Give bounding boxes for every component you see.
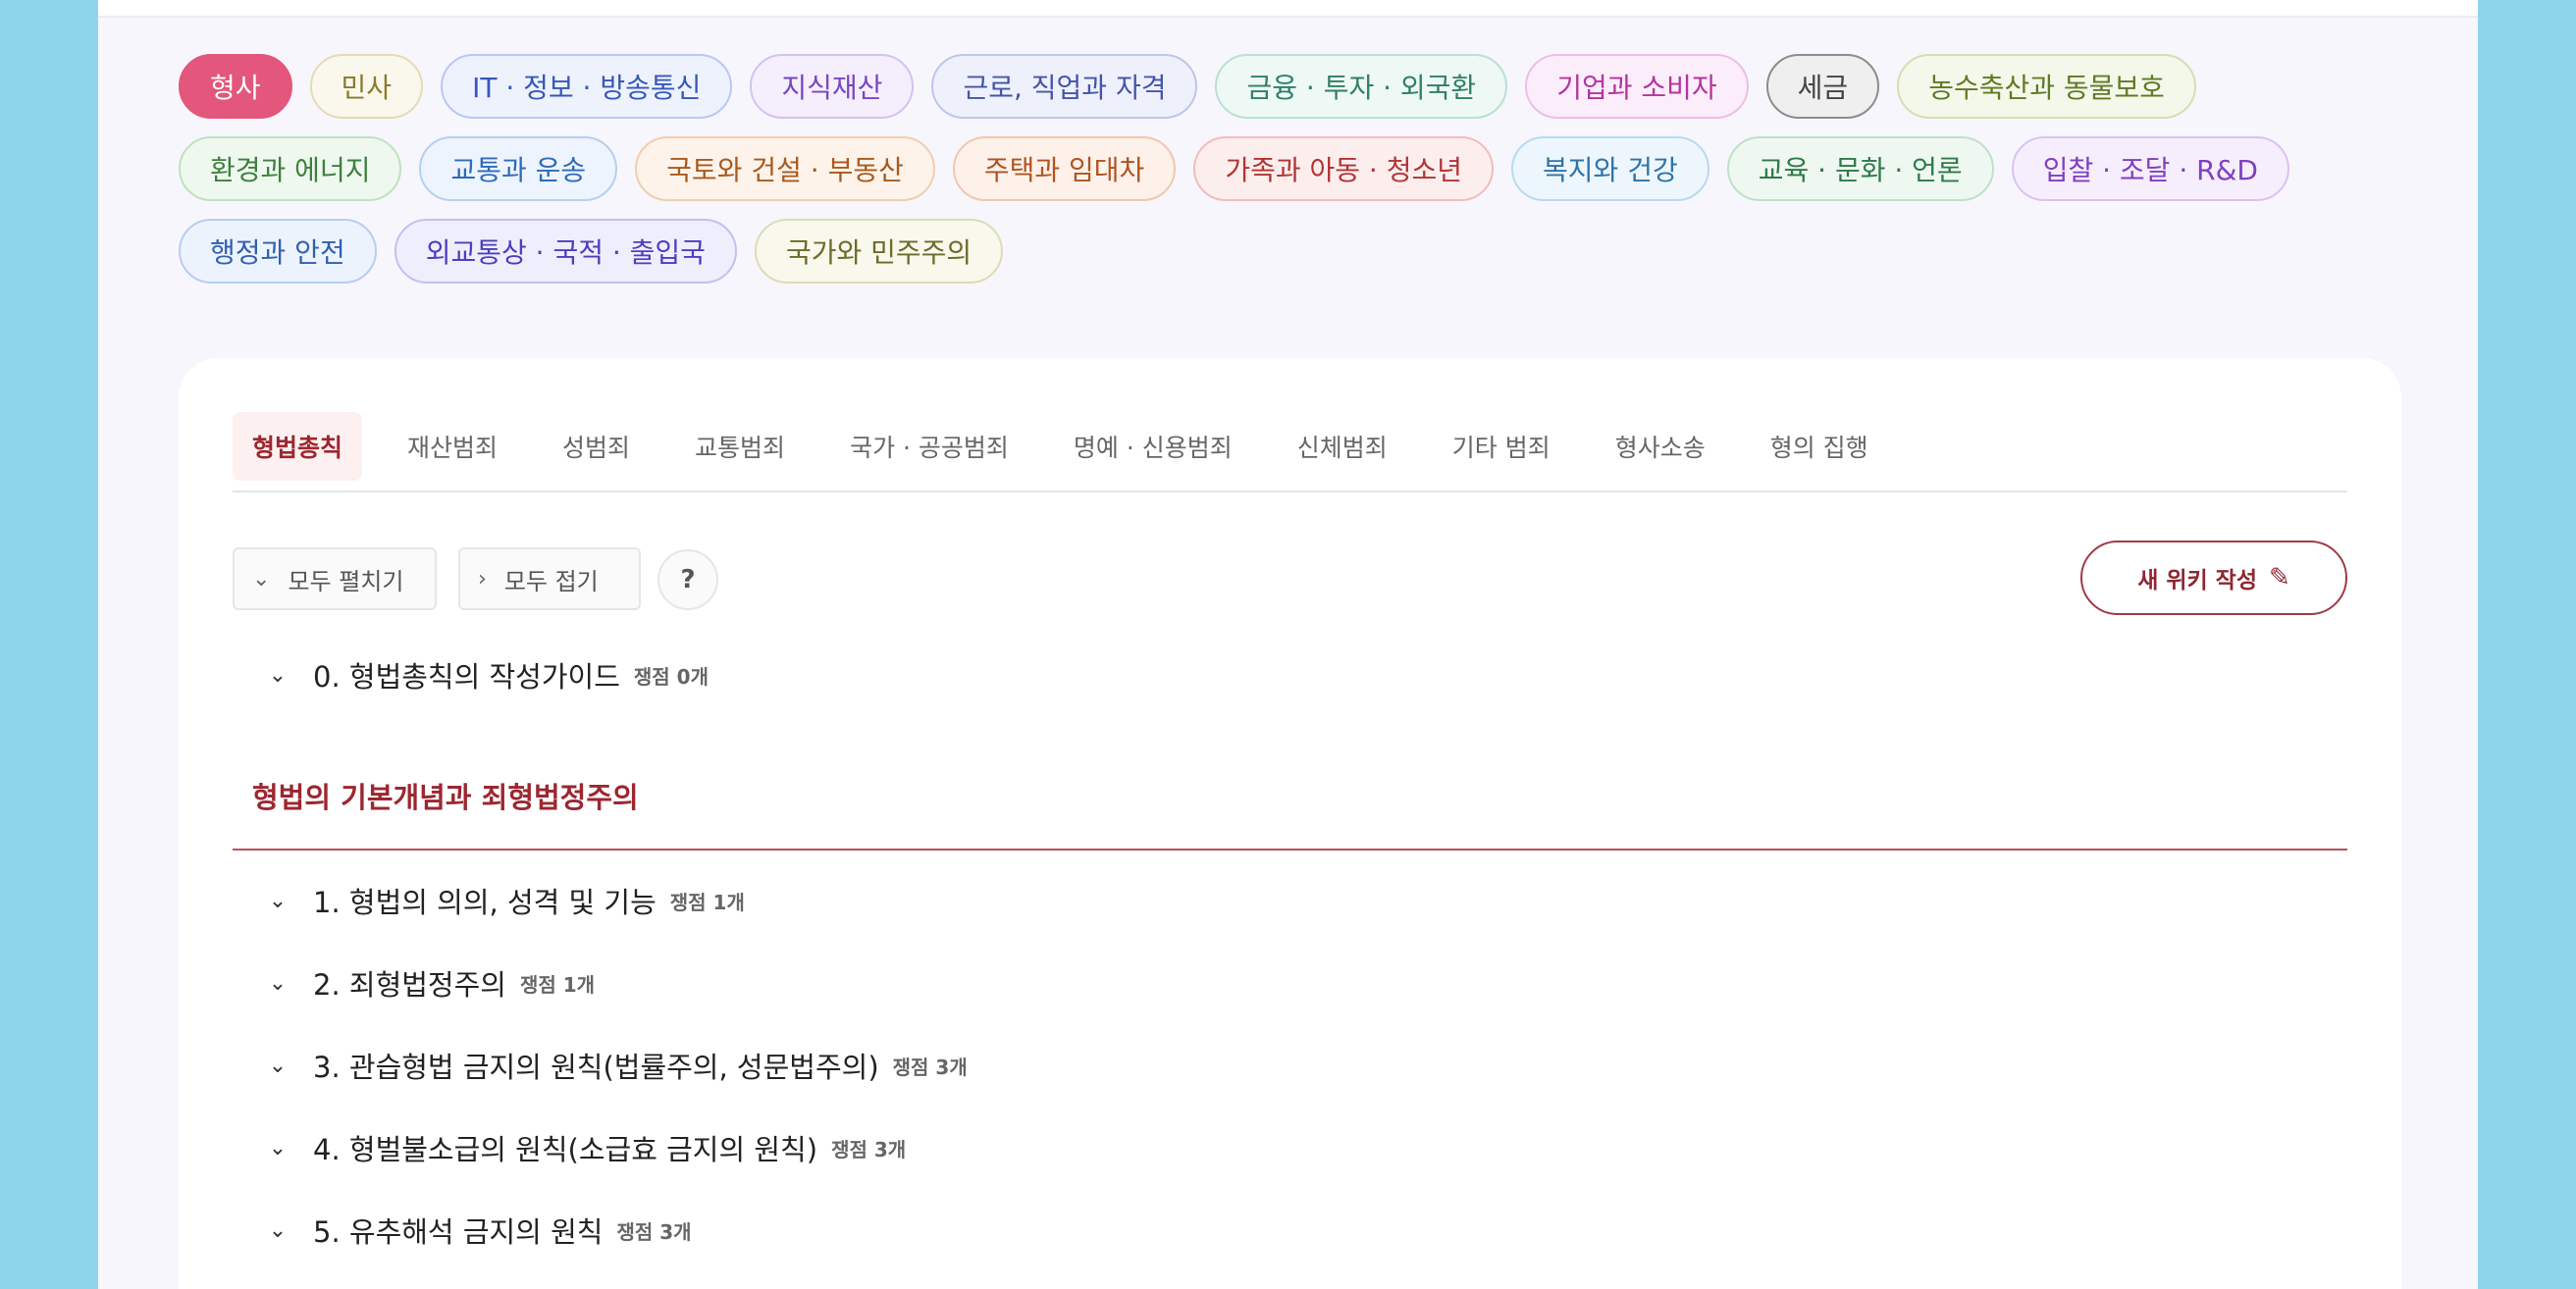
collapse-all-label: 모두 접기 bbox=[503, 567, 599, 595]
category-chip[interactable]: 가족과 아동 · 청소년 bbox=[1193, 136, 1495, 201]
category-chip[interactable]: 외교통상 · 국적 · 출입국 bbox=[394, 219, 737, 284]
item-title: 1. 형법의 의의, 성격 및 기능 bbox=[313, 886, 657, 919]
category-chip[interactable]: 교통과 운송 bbox=[419, 136, 618, 201]
tab-item[interactable]: 교통범죄 bbox=[675, 412, 805, 481]
category-chip[interactable]: 형사 bbox=[179, 54, 292, 119]
new-wiki-label: 새 위키 작성 bbox=[2137, 568, 2258, 593]
issue-count: 쟁점 1개 bbox=[669, 890, 745, 914]
chevron-down-icon: ⌄ bbox=[268, 888, 288, 913]
category-chip[interactable]: 입찰 · 조달 · R&D bbox=[2011, 136, 2289, 201]
pencil-icon: ✎ bbox=[2269, 563, 2290, 593]
guide-item[interactable]: ⌄ 0. 형법총칙의 작성가이드 쟁점 0개 bbox=[267, 650, 709, 699]
top-header-strip bbox=[98, 0, 2478, 18]
list-item[interactable]: ⌄ 5. 유추해석 금지의 원칙 쟁점 3개 bbox=[267, 1206, 692, 1255]
category-chip[interactable]: 환경과 에너지 bbox=[179, 136, 402, 201]
issue-count: 쟁점 3개 bbox=[831, 1137, 907, 1161]
category-chip[interactable]: 국토와 건설 · 부동산 bbox=[635, 136, 935, 201]
content-card: 형법총칙 재산범죄 성범죄 교통범죄 국가 · 공공범죄 명예 · 신용범죄 신체범죄 기타 … bbox=[179, 358, 2401, 1289]
item-title: 0. 형법총칙의 작성가이드 bbox=[313, 660, 620, 694]
category-chip-list: 형사 민사 IT · 정보 · 방송통신 지식재산 근로, 직업과 자격 금융 · 투자 … bbox=[179, 54, 2436, 284]
chevron-down-icon: ⌄ bbox=[268, 970, 288, 996]
tab-item[interactable]: 형사소송 bbox=[1596, 412, 1725, 481]
category-chip[interactable]: 농수축산과 동물보호 bbox=[1897, 54, 2196, 119]
expand-all-label: 모두 펼치기 bbox=[288, 567, 404, 595]
category-chip[interactable]: 근로, 직업과 자격 bbox=[931, 54, 1198, 119]
category-chip[interactable]: 주택과 임대차 bbox=[952, 136, 1177, 201]
category-chip[interactable]: 세금 bbox=[1765, 54, 1880, 119]
tab-item[interactable]: 형의 집행 bbox=[1751, 412, 1888, 481]
category-chip[interactable]: 국가와 민주주의 bbox=[754, 219, 1004, 284]
category-chip[interactable]: 교육 · 문화 · 언론 bbox=[1726, 136, 1994, 201]
chevron-right-icon: › bbox=[478, 566, 487, 592]
help-button[interactable]: ? bbox=[657, 549, 718, 610]
issue-count: 쟁점 1개 bbox=[519, 972, 596, 997]
page-container: 형사 민사 IT · 정보 · 방송통신 지식재산 근로, 직업과 자격 금융 · 투자 … bbox=[98, 0, 2478, 1289]
category-chip[interactable]: 복지와 건강 bbox=[1511, 136, 1709, 201]
list-item[interactable]: ⌄ 3. 관습형법 금지의 원칙(법률주의, 성문법주의) 쟁점 3개 bbox=[267, 1041, 968, 1090]
expand-all-button[interactable]: ⌄ 모두 펼치기 bbox=[233, 547, 437, 610]
tab-item[interactable]: 재산범죄 bbox=[388, 412, 517, 481]
tab-item[interactable]: 신체범죄 bbox=[1278, 412, 1407, 481]
category-chip[interactable]: IT · 정보 · 방송통신 bbox=[441, 54, 733, 119]
category-chip[interactable]: 기업과 소비자 bbox=[1525, 54, 1749, 119]
issue-count: 쟁점 3개 bbox=[616, 1219, 692, 1244]
item-title: 5. 유추해석 금지의 원칙 bbox=[313, 1215, 604, 1249]
tab-item[interactable]: 성범죄 bbox=[543, 412, 650, 481]
chevron-down-icon: ⌄ bbox=[268, 1135, 288, 1160]
list-item[interactable]: ⌄ 1. 형법의 의의, 성격 및 기능 쟁점 1개 bbox=[267, 876, 745, 925]
list-item[interactable]: ⌄ 2. 죄형법정주의 쟁점 1개 bbox=[267, 958, 595, 1007]
chevron-down-icon: ⌄ bbox=[268, 1053, 288, 1078]
item-title: 4. 형벌불소급의 원칙(소급효 금지의 원칙) bbox=[313, 1133, 818, 1166]
category-chip[interactable]: 민사 bbox=[309, 54, 424, 119]
list-item[interactable]: ⌄ 4. 형벌불소급의 원칙(소급효 금지의 원칙) 쟁점 3개 bbox=[267, 1123, 906, 1172]
category-chip[interactable]: 지식재산 bbox=[750, 54, 915, 119]
issue-count: 쟁점 0개 bbox=[633, 664, 709, 689]
category-chip[interactable]: 금융 · 투자 · 외국환 bbox=[1215, 54, 1508, 119]
subcategory-tabs: 형법총칙 재산범죄 성범죄 교통범죄 국가 · 공공범죄 명예 · 신용범죄 신체범죄 기타 … bbox=[233, 412, 2347, 492]
item-title: 2. 죄형법정주의 bbox=[313, 968, 506, 1002]
tab-item[interactable]: 기타 범죄 bbox=[1433, 412, 1570, 481]
collapse-all-button[interactable]: › 모두 접기 bbox=[458, 547, 641, 610]
chevron-down-icon: ⌄ bbox=[268, 1217, 288, 1243]
category-chip[interactable]: 행정과 안전 bbox=[179, 219, 377, 284]
item-title: 3. 관습형법 금지의 원칙(법률주의, 성문법주의) bbox=[313, 1051, 879, 1084]
tab-item[interactable]: 명예 · 신용범죄 bbox=[1054, 412, 1252, 481]
section-divider bbox=[233, 849, 2347, 851]
chevron-down-icon: ⌄ bbox=[252, 566, 271, 592]
chevron-down-icon: ⌄ bbox=[268, 662, 288, 688]
issue-count: 쟁점 3개 bbox=[892, 1055, 968, 1079]
tab-item[interactable]: 형법총칙 bbox=[233, 412, 363, 481]
section-title: 형법의 기본개념과 죄형법정주의 bbox=[252, 781, 639, 814]
tab-item[interactable]: 국가 · 공공범죄 bbox=[830, 412, 1028, 481]
new-wiki-button[interactable]: 새 위키 작성 ✎ bbox=[2080, 541, 2347, 615]
